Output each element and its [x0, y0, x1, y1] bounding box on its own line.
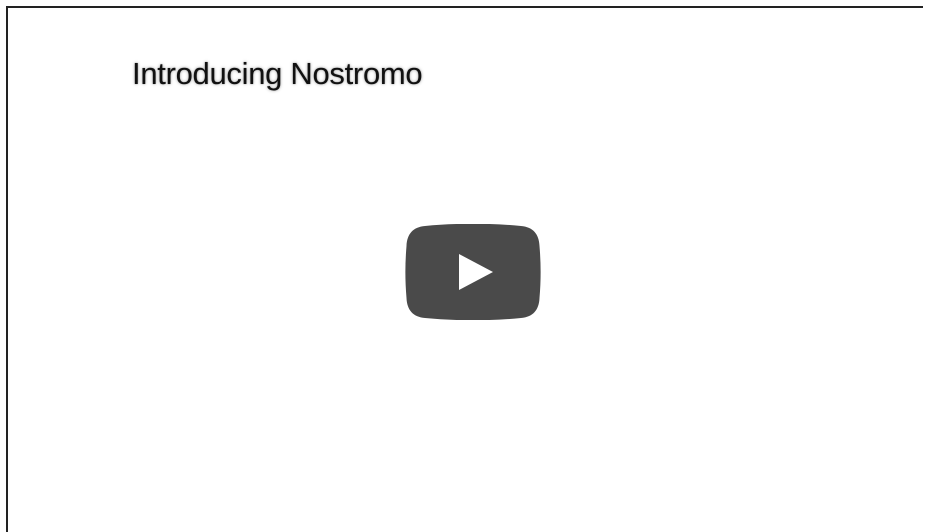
video-player[interactable]: Introducing Nostromo: [6, 6, 923, 532]
video-title[interactable]: Introducing Nostromo: [132, 56, 423, 92]
play-icon: [405, 224, 541, 320]
play-button[interactable]: [405, 224, 541, 320]
